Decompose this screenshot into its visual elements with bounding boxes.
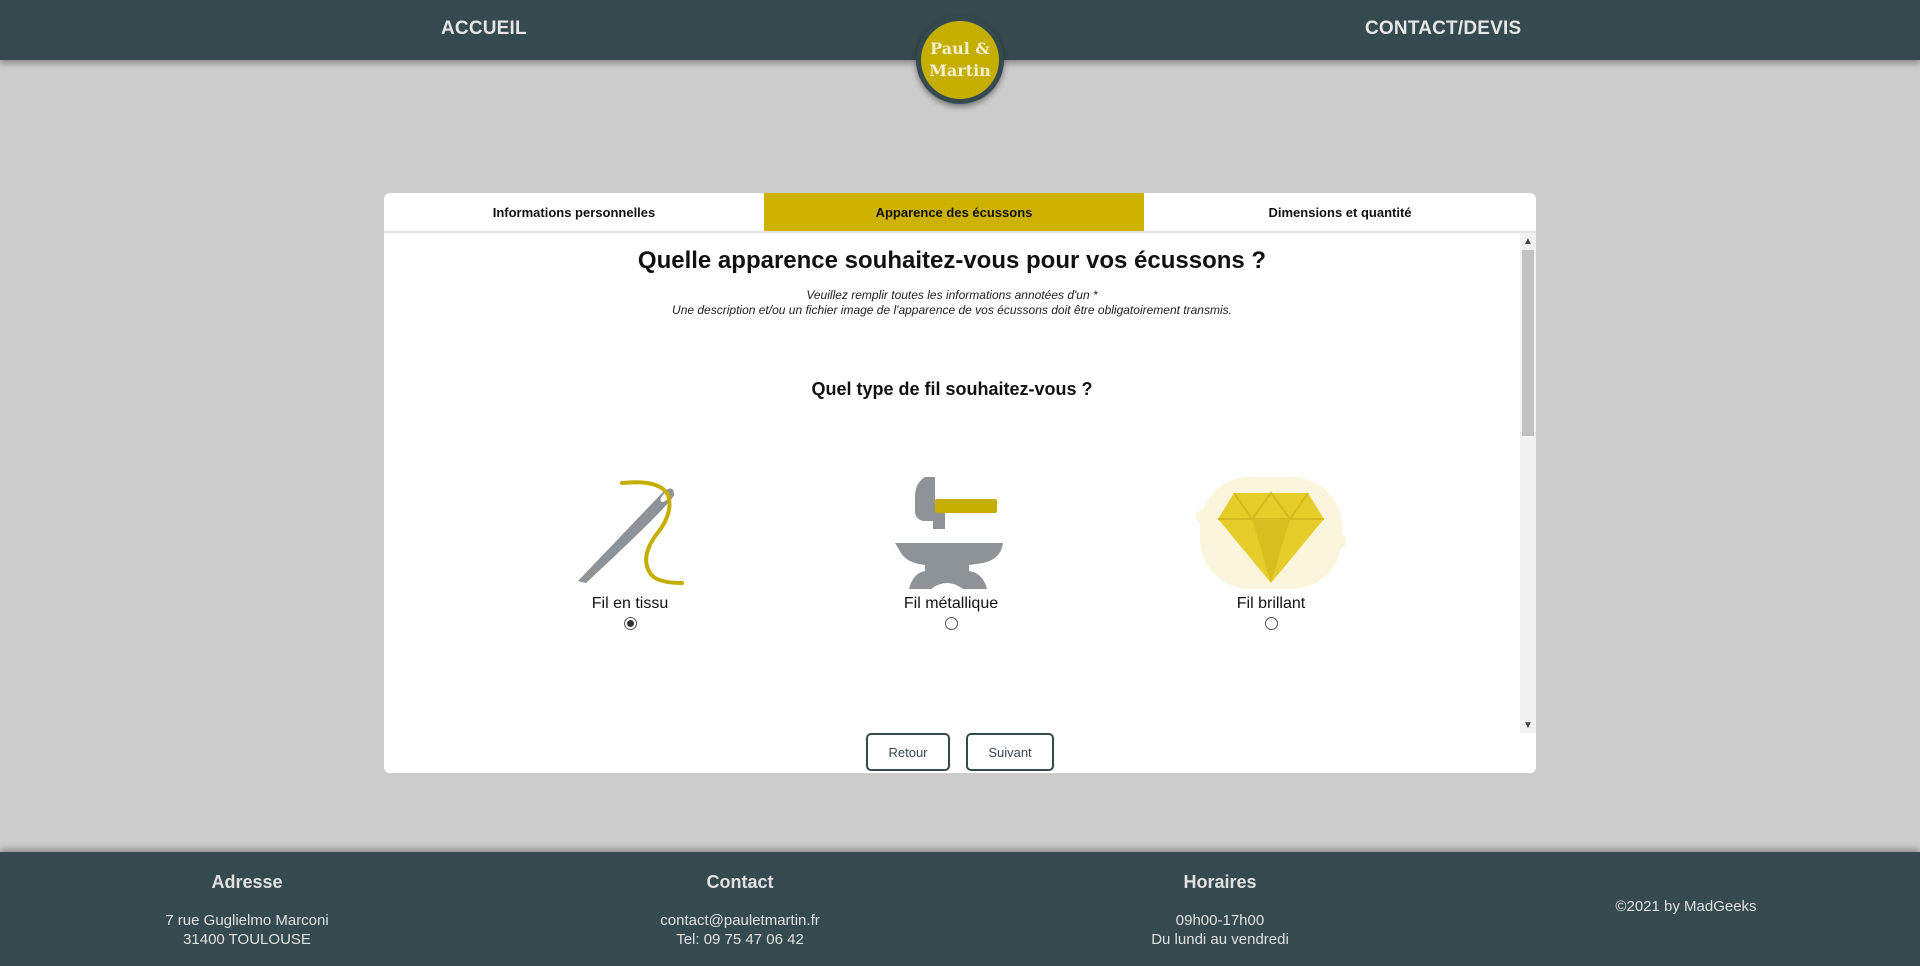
footer-contact-title: Contact (706, 872, 774, 892)
footer-hours-title: Horaires (1183, 872, 1257, 892)
logo[interactable]: Paul & Martin (916, 16, 1004, 104)
needle-thread-icon (578, 480, 684, 585)
nav-contact-link[interactable]: CONTACT/DEVIS (1365, 18, 1521, 40)
tab-dimensions[interactable]: Dimensions et quantité (1144, 193, 1536, 231)
footer-email[interactable]: contact@pauletmartin.fr (590, 911, 890, 930)
logo-line2: Martin (929, 61, 991, 80)
footer-contact: Contact contact@pauletmartin.fr Tel: 09 … (590, 872, 890, 949)
thread-question: Quel type de fil souhaitez-vous ? (811, 379, 1093, 399)
logo-line1: Paul & (930, 39, 990, 58)
form-title: Quelle apparence souhaitez-vous pour vos… (637, 247, 1267, 274)
footer-copyright: ©2021 by MadGeeks (1615, 898, 1757, 915)
footer-hours-line1: 09h00-17h00 (1175, 912, 1265, 929)
form-content: Quelle apparence souhaitez-vous pour vos… (384, 233, 1520, 773)
required-note: Veuillez remplir toutes les informations… (806, 288, 1098, 302)
quote-form-card: Informations personnelles Apparence des … (384, 193, 1536, 773)
tab-personal-info[interactable]: Informations personnelles (384, 193, 764, 231)
footer-address-line2: 31400 TOULOUSE (183, 931, 311, 948)
footer-phone: Tel: 09 75 47 06 42 (676, 931, 804, 948)
tab-appearance[interactable]: Apparence des écussons (764, 193, 1144, 231)
footer-address-line1: 7 rue Guglielmo Marconi (165, 912, 329, 929)
site-footer: Adresse 7 rue Guglielmo Marconi 31400 TO… (0, 852, 1920, 966)
nav-home-link[interactable]: ACCUEIL (441, 18, 527, 40)
anvil-hammer-icon (895, 477, 1003, 589)
scrollbar[interactable]: ▲ ▼ (1520, 233, 1536, 733)
option-label: Fil brillant (1236, 595, 1306, 612)
scroll-up-arrow-icon[interactable]: ▲ (1520, 233, 1536, 249)
scroll-down-arrow-icon[interactable]: ▼ (1520, 717, 1536, 733)
back-button[interactable]: Retour (866, 733, 950, 771)
option-metal-thread[interactable]: Fil métallique (851, 473, 1051, 635)
next-button[interactable]: Suivant (966, 733, 1054, 771)
step-tabs: Informations personnelles Apparence des … (384, 193, 1536, 233)
radio-shiny-thread[interactable] (1264, 617, 1278, 630)
footer-hours-line2: Du lundi au vendredi (1151, 931, 1289, 948)
footer-address-title: Adresse (211, 872, 283, 892)
scroll-thumb[interactable] (1522, 250, 1534, 436)
option-label: Fil métallique (903, 595, 999, 612)
option-fabric-thread[interactable]: Fil en tissu (530, 473, 730, 635)
description-note: Une description et/ou un fichier image d… (672, 303, 1232, 317)
diamond-icon (1196, 477, 1346, 589)
radio-metal-thread[interactable] (944, 617, 958, 630)
footer-hours: Horaires 09h00-17h00 Du lundi au vendred… (1070, 872, 1370, 949)
option-shiny-thread[interactable]: Fil brillant (1171, 473, 1371, 635)
radio-fabric-thread[interactable] (623, 617, 637, 630)
option-label: Fil en tissu (591, 595, 669, 612)
footer-address: Adresse 7 rue Guglielmo Marconi 31400 TO… (97, 872, 397, 949)
